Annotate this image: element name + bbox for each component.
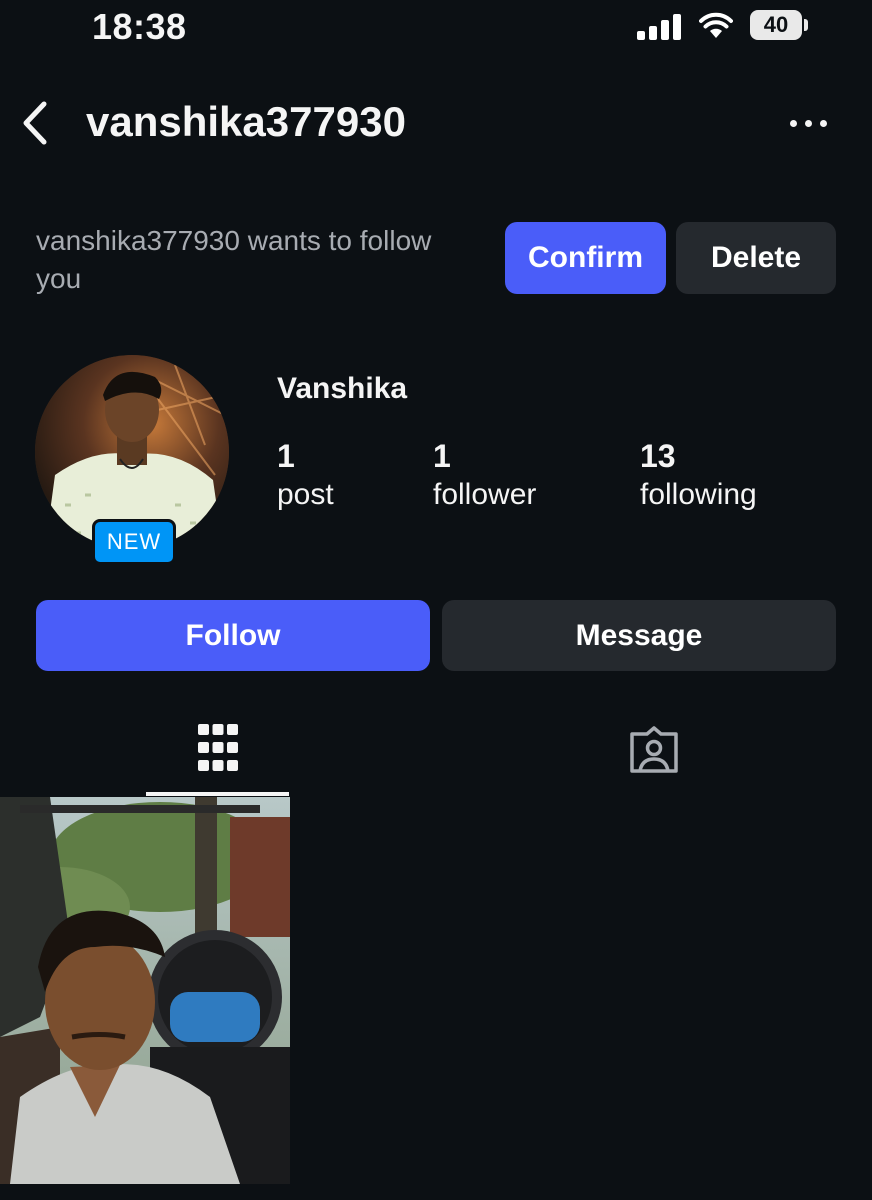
delete-button[interactable]: Delete xyxy=(676,222,836,294)
new-badge: NEW xyxy=(92,519,176,565)
grid-icon xyxy=(198,724,238,771)
tagged-person-icon xyxy=(630,726,678,773)
following-label[interactable]: following xyxy=(640,478,757,512)
followers-label[interactable]: follower xyxy=(433,478,536,512)
confirm-button[interactable]: Confirm xyxy=(505,222,666,294)
post-photo xyxy=(0,797,290,1184)
cellular-signal-icon xyxy=(637,14,683,40)
page-title-username: vanshika377930 xyxy=(86,98,406,145)
following-count[interactable]: 13 xyxy=(640,438,676,475)
posts-count: 1 xyxy=(277,438,295,474)
followers-count[interactable]: 1 xyxy=(433,438,451,475)
post-thumbnail[interactable] xyxy=(0,797,290,1184)
battery-tip xyxy=(804,19,808,31)
active-tab-indicator xyxy=(146,792,289,796)
follow-request-text: vanshika377930 wants to follow you xyxy=(36,225,432,294)
display-name: Vanshika xyxy=(277,372,408,405)
back-chevron-icon[interactable] xyxy=(18,100,52,146)
wifi-icon xyxy=(699,12,733,38)
posts-label: post xyxy=(277,478,334,511)
message-button[interactable]: Message xyxy=(442,600,836,671)
battery-indicator: 40 xyxy=(750,10,802,40)
status-time: 18:38 xyxy=(92,6,187,47)
tab-posts-grid[interactable] xyxy=(146,712,289,794)
follow-button[interactable]: Follow xyxy=(36,600,430,671)
tab-tagged[interactable] xyxy=(582,712,725,794)
more-options-icon[interactable] xyxy=(788,118,830,130)
